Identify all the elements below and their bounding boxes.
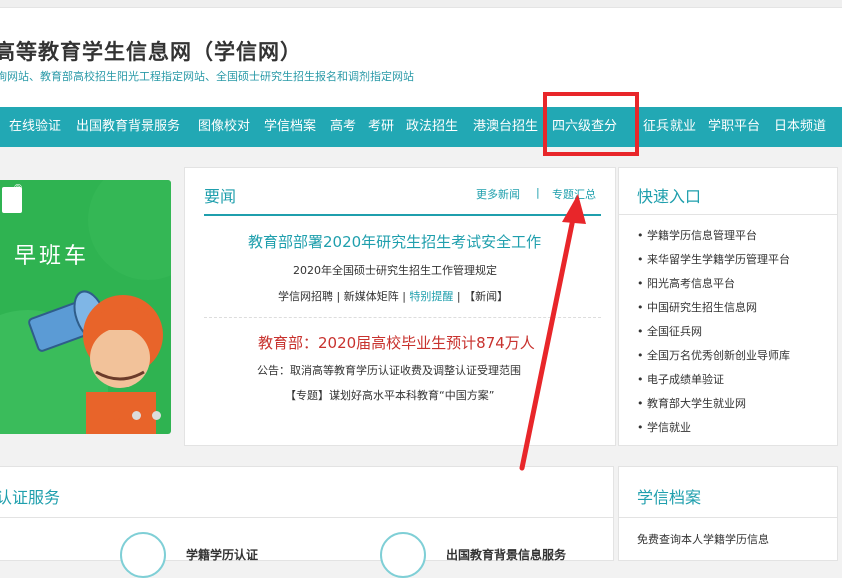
carousel-dot-3[interactable]: [152, 411, 161, 420]
headline-1-sub[interactable]: 2020年全国硕士研究生招生工作管理规定: [293, 262, 497, 278]
links-separator: |: [336, 290, 344, 303]
quick-entry-title: 快速入口: [637, 187, 702, 206]
nav-item-japan-channel[interactable]: 日本频道: [774, 107, 826, 147]
headline-2-topic[interactable]: 【专题】谋划好高水平本科教育“中国方案”: [285, 387, 494, 403]
banner-slogan: 早班车: [14, 244, 90, 269]
link-new-media[interactable]: 新媒体矩阵: [344, 290, 399, 303]
top-strip: [0, 0, 842, 8]
nav-item-cet-scores[interactable]: 四六级查分: [552, 107, 617, 147]
archive-query-link[interactable]: 免费查询本人学籍学历信息: [637, 531, 769, 547]
quick-title-rule: [618, 214, 838, 215]
link-special-notice[interactable]: 特别提醒: [409, 290, 453, 303]
site-title[interactable]: 高等教育学生信息网（学信网）: [0, 36, 302, 66]
site-subtitle: 询网站、教育部高校招生阳光工程指定网站、全国硕士研究生招生报名和调剂指定网站: [0, 70, 414, 83]
headline-2-sub[interactable]: 公告：取消高等教育学历认证收费及调整认证受理范围: [257, 362, 521, 378]
carousel-dot-1[interactable]: [112, 411, 121, 420]
nav-item-conscription[interactable]: 征兵: [643, 107, 669, 147]
nav-item-career-platform[interactable]: 学职平台: [708, 107, 760, 147]
overseas-service-icon[interactable]: [380, 532, 426, 578]
cert-title-rule: [0, 517, 614, 518]
site-header: 高等教育学生信息网（学信网） 询网站、教育部高校招生阳光工程指定网站、全国硕士研…: [0, 8, 842, 107]
nav-item-hk-macao-taiwan[interactable]: 港澳台招生: [473, 107, 538, 147]
link-recruit[interactable]: 学信网招聘: [278, 290, 333, 303]
nav-item-xuexin-archive[interactable]: 学信档案: [264, 107, 316, 147]
nav-item-employment[interactable]: 就业: [670, 107, 696, 147]
cert-services-title: 认证服务: [0, 488, 61, 507]
quick-item[interactable]: • 来华留学生学籍学历管理平台: [637, 251, 790, 267]
main-nav: 在线验证 出国教育背景服务 图像校对 学信档案 高考 考研 政法招生 港澳台招生…: [0, 107, 842, 147]
archive-title-rule: [618, 517, 838, 518]
banner-carousel[interactable]: 早班车: [0, 180, 171, 434]
news-divider: [204, 317, 601, 318]
headline-1[interactable]: 教育部部署2020年研究生招生考试安全工作: [248, 231, 541, 252]
student-record-icon[interactable]: [120, 532, 166, 578]
news-link-separator: |: [536, 186, 540, 199]
quick-item[interactable]: • 全国万名优秀创新创业导师库: [637, 347, 790, 363]
news-links-row: 学信网招聘 | 新媒体矩阵 | 特别提醒 | 【新闻】: [278, 288, 508, 304]
topics-link[interactable]: 专题汇总: [552, 186, 596, 202]
quick-item[interactable]: • 全国征兵网: [637, 323, 702, 339]
link-news[interactable]: 【新闻】: [464, 290, 508, 303]
quick-item[interactable]: • 中国研究生招生信息网: [637, 299, 757, 315]
carousel-dot-2[interactable]: [132, 411, 141, 420]
quick-item[interactable]: • 电子成绩单验证: [637, 371, 724, 387]
news-title-rule: [204, 214, 601, 216]
nav-item-gaokao[interactable]: 高考: [330, 107, 356, 147]
quick-item[interactable]: • 学信就业: [637, 419, 691, 435]
quick-item[interactable]: • 学籍学历信息管理平台: [637, 227, 757, 243]
nav-item-overseas-education[interactable]: 出国教育背景服务: [76, 107, 180, 147]
news-title: 要闻: [204, 187, 237, 206]
nav-item-image-check[interactable]: 图像校对: [198, 107, 250, 147]
nav-item-online-verify[interactable]: 在线验证: [9, 107, 61, 147]
banner-registered-mark: ®: [13, 183, 23, 194]
quick-item[interactable]: • 教育部大学生就业网: [637, 395, 746, 411]
quick-item[interactable]: • 阳光高考信息平台: [637, 275, 735, 291]
nav-item-kaoyan[interactable]: 考研: [368, 107, 394, 147]
nav-item-law-enrollment[interactable]: 政法招生: [406, 107, 458, 147]
news-panel: [184, 167, 616, 446]
more-news-link[interactable]: 更多新闻: [476, 186, 520, 202]
banner-illustration: [0, 180, 171, 434]
archive-title: 学信档案: [637, 488, 702, 507]
headline-2[interactable]: 教育部：2020届高校毕业生预计874万人: [258, 332, 535, 353]
